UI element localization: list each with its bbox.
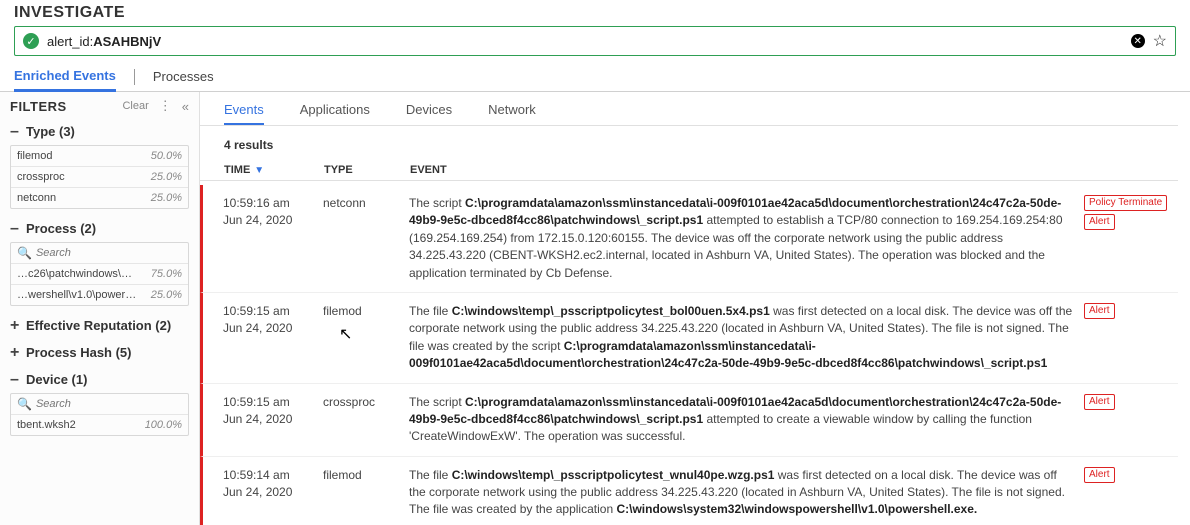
clear-icon[interactable]: ✕ bbox=[1131, 34, 1145, 48]
filter-search-process[interactable]: 🔍 bbox=[11, 243, 188, 264]
search-query[interactable]: alert_id:ASAHBNjV bbox=[47, 34, 1123, 49]
filter-row[interactable]: netconn25.0% bbox=[11, 188, 188, 208]
filter-group-type: Type (3) filemod50.0% crossproc25.0% net… bbox=[10, 124, 189, 209]
cell-tags: Alert bbox=[1084, 394, 1172, 446]
cell-type: netconn bbox=[323, 195, 409, 282]
filter-group-process: Process (2) 🔍 …c26\patchwindows\_script.… bbox=[10, 221, 189, 306]
cell-time: 10:59:15 amJun 24, 2020 bbox=[223, 394, 323, 446]
sub-tab-network[interactable]: Network bbox=[488, 102, 536, 125]
cell-tags: Alert bbox=[1084, 467, 1172, 519]
search-value: ASAHBNjV bbox=[93, 34, 161, 49]
cell-event: The file C:\windows\temp\_psscriptpolicy… bbox=[409, 303, 1084, 373]
filter-group-hash: Process Hash (5) bbox=[10, 345, 189, 360]
cell-type: filemod bbox=[323, 467, 409, 519]
results-area: Events Applications Devices Network 4 re… bbox=[200, 92, 1190, 525]
cell-time: 10:59:14 amJun 24, 2020 bbox=[223, 467, 323, 519]
clear-filters[interactable]: Clear bbox=[122, 100, 148, 112]
sub-tab-events[interactable]: Events bbox=[224, 102, 264, 125]
col-type[interactable]: TYPE bbox=[324, 164, 410, 176]
filter-search-input[interactable] bbox=[36, 247, 182, 259]
filters-sidebar: FILTERS Clear ⋮ « Type (3) filemod50.0% … bbox=[0, 92, 200, 525]
sub-tab-devices[interactable]: Devices bbox=[406, 102, 452, 125]
tag-policy-terminate: Policy Terminate bbox=[1084, 195, 1167, 211]
filter-head-hash[interactable]: Process Hash (5) bbox=[10, 345, 189, 360]
filters-title: FILTERS bbox=[10, 99, 67, 114]
col-time[interactable]: TIME▼ bbox=[224, 164, 324, 176]
cell-time: 10:59:16 amJun 24, 2020 bbox=[223, 195, 323, 282]
sub-tabs: Events Applications Devices Network bbox=[200, 92, 1178, 126]
filter-row[interactable]: …c26\patchwindows\_script.ps175.0% bbox=[11, 264, 188, 285]
tag-alert: Alert bbox=[1084, 214, 1115, 230]
search-icon: 🔍 bbox=[17, 246, 32, 260]
col-event[interactable]: EVENT bbox=[410, 164, 1090, 176]
filter-row[interactable]: filemod50.0% bbox=[11, 146, 188, 167]
filter-row[interactable]: crossproc25.0% bbox=[11, 167, 188, 188]
page-title: INVESTIGATE bbox=[0, 0, 1190, 24]
filter-search-input[interactable] bbox=[36, 398, 182, 410]
tab-processes[interactable]: Processes bbox=[153, 62, 214, 92]
result-count: 4 results bbox=[200, 126, 1178, 162]
sort-desc-icon: ▼ bbox=[254, 165, 264, 176]
tab-separator bbox=[134, 69, 135, 85]
filter-head-device[interactable]: Device (1) bbox=[10, 372, 189, 387]
search-field: alert_id: bbox=[47, 34, 93, 49]
cell-type: crossproc bbox=[323, 394, 409, 446]
sub-tab-applications[interactable]: Applications bbox=[300, 102, 370, 125]
cell-event: The script C:\programdata\amazon\ssm\ins… bbox=[409, 195, 1084, 282]
table-row[interactable]: 10:59:15 amJun 24, 2020 crossproc The sc… bbox=[200, 384, 1178, 457]
table-row[interactable]: 10:59:15 amJun 24, 2020 filemod The file… bbox=[200, 293, 1178, 384]
table-row[interactable]: 10:59:14 amJun 24, 2020 filemod The file… bbox=[200, 457, 1178, 525]
tab-enriched-events[interactable]: Enriched Events bbox=[14, 62, 116, 92]
tag-alert: Alert bbox=[1084, 303, 1115, 319]
table-header: TIME▼ TYPE EVENT bbox=[200, 162, 1178, 181]
main-tabs: Enriched Events Processes bbox=[0, 62, 1190, 92]
cell-tags: Policy Terminate Alert bbox=[1084, 195, 1172, 282]
cell-type: filemod bbox=[323, 303, 409, 373]
tag-alert: Alert bbox=[1084, 467, 1115, 483]
filter-row[interactable]: tbent.wksh2100.0% bbox=[11, 415, 188, 435]
filter-head-reputation[interactable]: Effective Reputation (2) bbox=[10, 318, 189, 333]
table-row[interactable]: 10:59:16 amJun 24, 2020 netconn The scri… bbox=[200, 185, 1178, 293]
filter-row[interactable]: …wershell\v1.0\powershell.exe25.0% bbox=[11, 285, 188, 305]
search-bar[interactable]: ✓ alert_id:ASAHBNjV ✕ ☆ bbox=[14, 26, 1176, 56]
filter-group-device: Device (1) 🔍 tbent.wksh2100.0% bbox=[10, 372, 189, 436]
check-icon: ✓ bbox=[23, 33, 39, 49]
cell-tags: Alert bbox=[1084, 303, 1172, 373]
cell-event: The file C:\windows\temp\_psscriptpolicy… bbox=[409, 467, 1084, 519]
filter-head-process[interactable]: Process (2) bbox=[10, 221, 189, 236]
filter-search-device[interactable]: 🔍 bbox=[11, 394, 188, 415]
tag-alert: Alert bbox=[1084, 394, 1115, 410]
filter-head-type[interactable]: Type (3) bbox=[10, 124, 189, 139]
cell-time: 10:59:15 amJun 24, 2020 bbox=[223, 303, 323, 373]
cell-event: The script C:\programdata\amazon\ssm\ins… bbox=[409, 394, 1084, 446]
collapse-icon[interactable]: « bbox=[182, 99, 189, 114]
kebab-icon[interactable]: ⋮ bbox=[159, 98, 172, 114]
search-icon: 🔍 bbox=[17, 397, 32, 411]
star-icon[interactable]: ☆ bbox=[1153, 31, 1167, 51]
filter-group-reputation: Effective Reputation (2) bbox=[10, 318, 189, 333]
